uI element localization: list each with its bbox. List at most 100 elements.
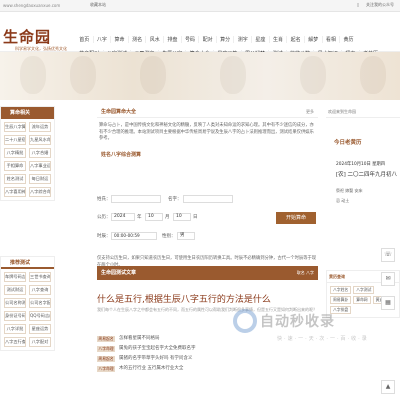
- right-sidebar: 欢迎来到生命园 今日老黄历 2024年10月10日 星期四 [农] 二〇二四年九…: [326, 106, 400, 206]
- surname-label: 姓氏：: [97, 197, 111, 202]
- main-nav: 首页 八字 算命 测名 风水 排盘 号码 配对 算分 测字 星座 生肖 起名 解梦 看相 黄历: [76, 36, 357, 43]
- tool-link[interactable]: 八字综合命盘: [29, 187, 51, 197]
- section-title: 生命园算命大全 更多: [97, 106, 318, 118]
- test-link[interactable]: QQ号码吉凶: [29, 311, 51, 321]
- watermark-text: 自动秒收录: [260, 314, 335, 330]
- article-title[interactable]: 属兔的孩子宝宝起名字大全免费取名字: [119, 346, 196, 351]
- calendar-link[interactable]: 周易算卦: [330, 296, 352, 304]
- test-link[interactable]: 车牌号码吉凶: [4, 272, 26, 282]
- tool-link[interactable]: 姓名测试: [4, 174, 26, 184]
- tool-link[interactable]: 八字精批: [4, 148, 26, 158]
- more-tests-title: 推荐测试: [1, 257, 54, 269]
- bookmark-link[interactable]: 收藏本站: [90, 2, 106, 8]
- name-input[interactable]: [183, 195, 233, 203]
- nav-item[interactable]: 首页: [76, 36, 93, 43]
- tools-box: 算命相关 生辰八字算命流年运势二十八星宿查询九星风水命理八字精批八字合婚手相算命…: [0, 106, 55, 201]
- phone-float-icon[interactable]: ☏: [381, 248, 395, 262]
- test-link[interactable]: 八字配对: [29, 337, 51, 347]
- mobile-icon[interactable]: ▯: [357, 2, 359, 7]
- test-link[interactable]: 星座运势: [29, 324, 51, 334]
- year-unit: 年: [137, 215, 142, 220]
- month-unit: 月: [165, 215, 170, 220]
- tool-link[interactable]: 九星风水命理: [29, 135, 51, 145]
- birthday-label: 公历：: [97, 215, 111, 220]
- time-label: 时辰：: [97, 234, 111, 239]
- start-button[interactable]: 开始算命: [276, 212, 316, 224]
- articles-title: 生命园测试文章: [101, 270, 137, 276]
- tool-link[interactable]: 八字合婚: [29, 148, 51, 158]
- site-logo[interactable]: 生命园: [3, 26, 51, 47]
- section-more-link[interactable]: 更多: [306, 106, 314, 118]
- tools-title: 算命相关: [1, 107, 54, 119]
- almanac-item: 祭祀 嫁娶 安床: [336, 188, 363, 193]
- wechat-float-icon[interactable]: ✉: [381, 272, 395, 286]
- gender-label: 性别：: [162, 234, 176, 239]
- nav-item[interactable]: 生肖: [268, 36, 287, 43]
- article-title[interactable]: 木的五行行业 五行属木行业大全: [119, 366, 183, 371]
- watermark-subtext: 快·速·一·天·次·一·百·收·录: [277, 336, 369, 342]
- tool-link[interactable]: 八字喜用神查询: [4, 187, 26, 197]
- nav-item[interactable]: 黄历: [339, 36, 357, 43]
- article-tag: 八字命理: [97, 366, 115, 372]
- article-title[interactable]: 属猪的名字带草字头好吗 有学问含义: [119, 356, 192, 361]
- nav-item[interactable]: 起名: [286, 36, 304, 43]
- calendar-link[interactable]: 八字姓名: [330, 286, 352, 294]
- banner-image: [0, 52, 400, 100]
- calendar-link[interactable]: 算命网: [353, 296, 371, 304]
- hour-select[interactable]: 00:00-00:59: [111, 232, 157, 240]
- top-bar: www.shengdaoxuanxue.com 收藏本站 ▯ 关注我的公众号: [0, 0, 400, 12]
- nav-item[interactable]: 算命: [110, 36, 128, 43]
- articles-tabs[interactable]: 取名 八字: [297, 266, 314, 280]
- nav-item[interactable]: 解梦: [303, 36, 322, 43]
- nav-item[interactable]: 风水: [145, 36, 163, 43]
- test-link[interactable]: 八字五行查询: [4, 337, 26, 347]
- back-to-top-icon[interactable]: ▲: [381, 380, 395, 394]
- name-label: 名字：: [168, 197, 182, 202]
- nav-item[interactable]: 八字: [92, 36, 111, 43]
- tool-link[interactable]: 八字事业运: [29, 161, 51, 171]
- calendar-link[interactable]: 八字测试: [353, 286, 375, 294]
- test-link[interactable]: 三世书查询: [29, 272, 51, 282]
- article-tag: 周易起名: [97, 336, 115, 342]
- site-header: 生命园 科学易学文化，弘扬优秀文化 首页 八字 算命 测名 风水 排盘 号码 配对 算分 测字 星座…: [0, 12, 400, 57]
- year-select[interactable]: 2024: [111, 213, 135, 221]
- test-link[interactable]: 身份证号码测吉凶: [4, 311, 26, 321]
- main-content: 生命园算命大全 更多 算命与占卜，是中国传统文化和神秘文化的精髓，反映了人类对未…: [97, 106, 318, 160]
- wechat-link[interactable]: 关注我的公众号: [366, 2, 394, 8]
- almanac-date: 2024年10月10日 星期四 [农] 二〇二四年九月初八: [326, 160, 400, 180]
- nav-item[interactable]: 星座: [251, 36, 269, 43]
- gender-select[interactable]: 男: [177, 232, 195, 240]
- test-link[interactable]: 测试财运: [4, 285, 26, 295]
- test-link[interactable]: 公司名字配对: [29, 298, 51, 308]
- nav-item[interactable]: 算分: [215, 36, 234, 43]
- article-tag: 八字命理: [97, 346, 115, 352]
- test-link[interactable]: 八字查询: [29, 285, 51, 295]
- headline-link[interactable]: 什么是五行,根据生辰八字五行的方法是什么: [97, 292, 271, 305]
- almanac-title: 今日老黄历: [334, 140, 362, 146]
- day-select[interactable]: 10: [173, 213, 191, 221]
- nav-item[interactable]: 排盘: [163, 36, 181, 43]
- nav-item[interactable]: 测名: [127, 36, 146, 43]
- watermark-logo-icon: [233, 309, 257, 333]
- test-link[interactable]: 八字详批: [4, 324, 26, 334]
- surname-input[interactable]: [111, 195, 161, 203]
- watermark-overlay: 自动秒收录 快·速·一·天·次·一·百·收·录: [225, 305, 400, 350]
- almanac-items: 祭祀 嫁娶 安床忌 动土: [326, 186, 400, 206]
- nav-item[interactable]: 号码: [180, 36, 199, 43]
- article-title[interactable]: 怎样看星属不同格局: [119, 336, 160, 341]
- month-select[interactable]: 10: [145, 213, 163, 221]
- tool-link[interactable]: 二十八星宿查询: [4, 135, 26, 145]
- article-item[interactable]: 周易起名 属猪的名字带草字头好吗 有学问含义: [97, 354, 318, 364]
- nav-item[interactable]: 配对: [198, 36, 216, 43]
- tool-link[interactable]: 生辰八字算命: [4, 122, 26, 132]
- nav-item[interactable]: 看相: [321, 36, 340, 43]
- test-link[interactable]: 公司名称测试: [4, 298, 26, 308]
- site-url: www.shengdaoxuanxue.com: [3, 3, 61, 8]
- tool-link[interactable]: 手相算命: [4, 161, 26, 171]
- tool-link[interactable]: 每日财运: [29, 174, 51, 184]
- tool-link[interactable]: 流年运势: [29, 122, 51, 132]
- article-item[interactable]: 八字命理 木的五行行业 五行属木行业大全: [97, 364, 318, 374]
- form-title: 姓名八字综合测算: [101, 151, 142, 158]
- nav-item[interactable]: 测字: [233, 36, 251, 43]
- articles-header: 生命园测试文章 取名 八字: [97, 266, 318, 280]
